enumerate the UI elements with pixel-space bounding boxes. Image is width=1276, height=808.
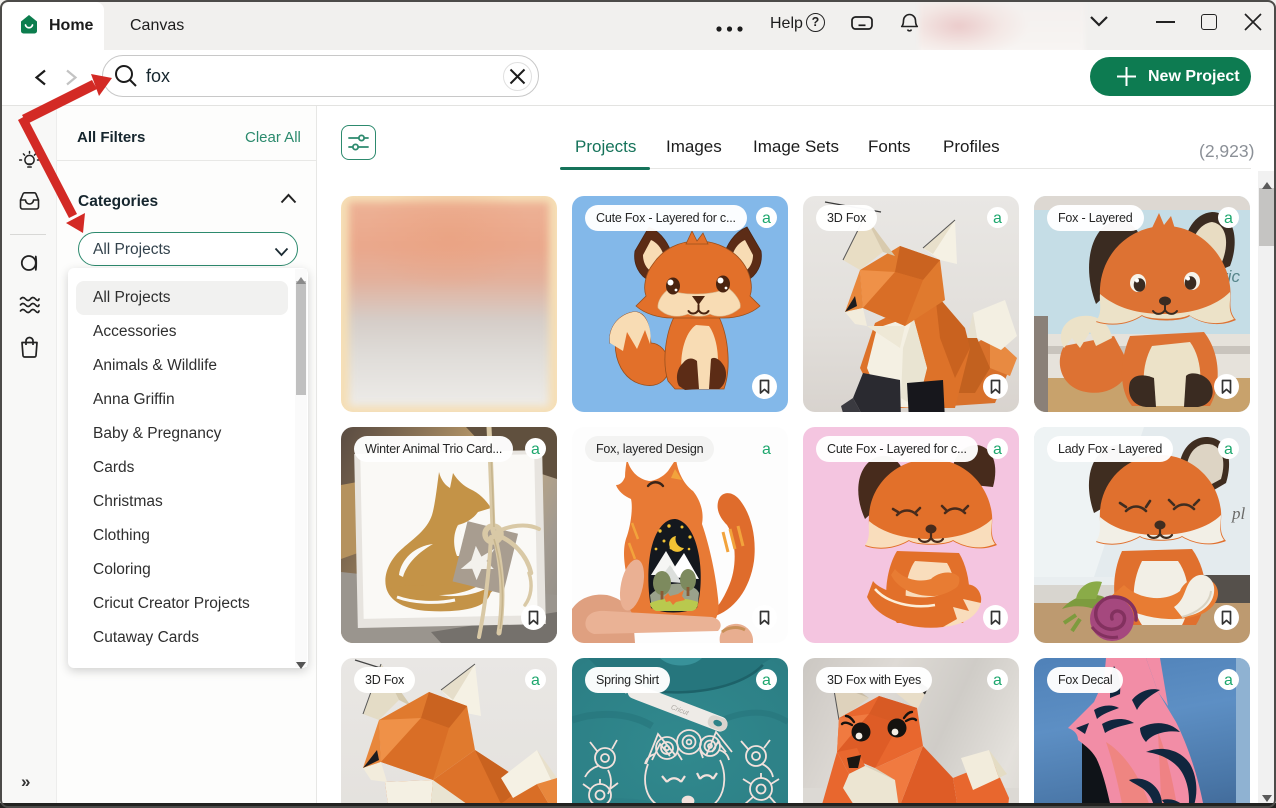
svg-text:a: a	[531, 441, 540, 458]
svg-text:a: a	[1224, 210, 1233, 227]
svg-text:a: a	[1224, 672, 1233, 689]
svg-text:a: a	[1224, 441, 1233, 458]
svg-text:pl: pl	[1231, 504, 1246, 523]
svg-text:a: a	[993, 210, 1002, 227]
svg-text:a: a	[993, 672, 1002, 689]
svg-text:a: a	[993, 441, 1002, 458]
svg-text:a: a	[531, 672, 540, 689]
svg-text:a: a	[762, 441, 771, 458]
svg-text:a: a	[762, 672, 771, 689]
svg-text:a: a	[762, 210, 771, 227]
